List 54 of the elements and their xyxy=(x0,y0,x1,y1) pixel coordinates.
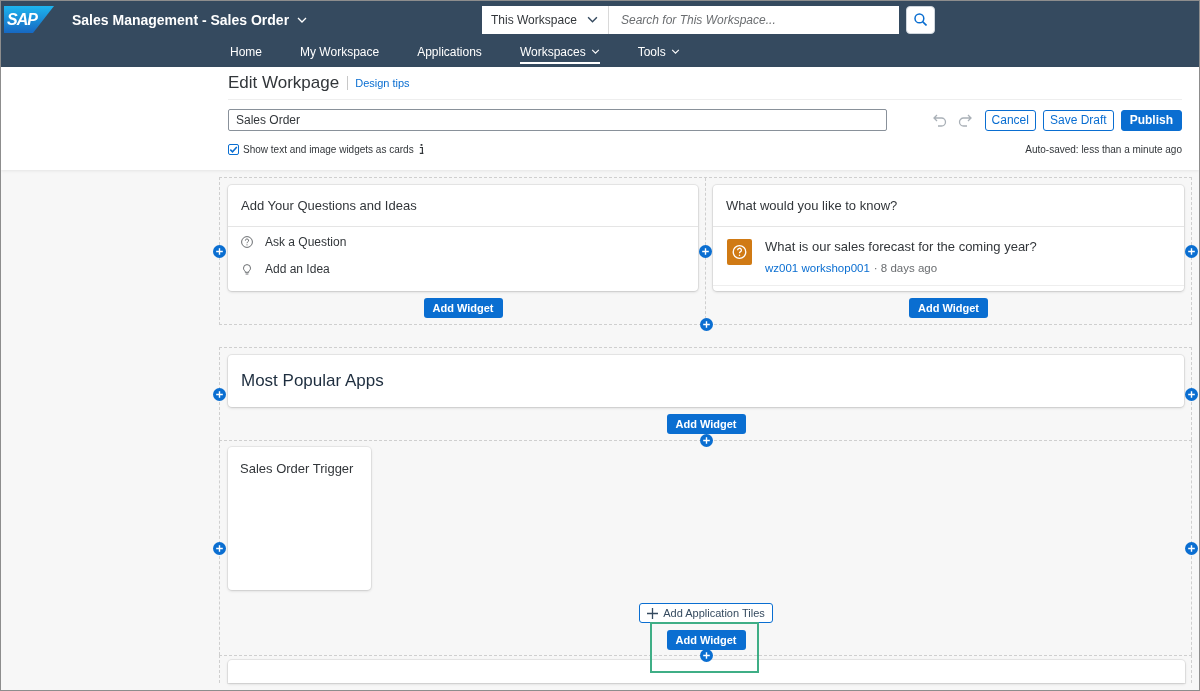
logo: SAP xyxy=(4,6,54,33)
plus-icon xyxy=(647,607,659,619)
nav-tab[interactable]: Tools xyxy=(637,38,680,64)
question-text[interactable]: What is our sales forecast for the coming year? xyxy=(765,239,1037,255)
page-title: Edit Workpage xyxy=(228,73,340,93)
publish-button[interactable]: Publish xyxy=(1120,109,1182,131)
add-widget-button[interactable]: Add Widget xyxy=(909,298,988,318)
plus-circle-icon[interactable] xyxy=(213,245,226,258)
search-icon xyxy=(914,13,927,26)
app-title-menu[interactable]: Sales Management - Sales Order xyxy=(72,11,308,28)
search-button[interactable] xyxy=(906,5,935,34)
chevron-down-icon xyxy=(590,49,600,54)
question-circle-icon xyxy=(241,235,253,248)
nav-tab[interactable]: My Workspace xyxy=(300,38,380,64)
autosave-status: Auto-saved: less than a minute ago xyxy=(1025,143,1182,155)
question-tile-icon xyxy=(727,239,752,265)
plus-circle-icon[interactable] xyxy=(1185,388,1198,401)
plus-circle-icon[interactable] xyxy=(699,318,713,331)
action-button[interactable]: Cancel xyxy=(984,109,1036,131)
add-tiles-button[interactable]: Add Application Tiles xyxy=(639,603,773,623)
plus-circle-icon[interactable] xyxy=(699,649,713,662)
chevron-down-icon xyxy=(587,16,598,23)
plus-circle-icon[interactable] xyxy=(213,388,226,401)
card-title: What would you like to know? xyxy=(713,185,1184,227)
add-widget-button[interactable]: Add Widget xyxy=(666,414,746,434)
checkbox[interactable] xyxy=(228,143,239,155)
nav-tab[interactable]: Applications xyxy=(417,38,482,64)
author-link[interactable]: wz001 workshop001 xyxy=(765,260,870,276)
info-icon[interactable] xyxy=(418,144,424,154)
chevron-down-icon xyxy=(670,49,680,54)
action-button[interactable]: Save Draft xyxy=(1042,109,1114,131)
lightbulb-icon xyxy=(241,262,253,275)
checkbox-label[interactable]: Show text and image widgets as cards xyxy=(243,143,414,155)
post-age: · 8 days ago xyxy=(873,261,938,276)
add-widget-button[interactable]: Add Widget xyxy=(666,630,746,650)
design-tips-link[interactable]: Design tips xyxy=(355,77,410,89)
scope-select[interactable]: This Workspace xyxy=(482,5,609,34)
list-item-link[interactable]: Ask a Question xyxy=(265,234,347,249)
add-widget-button[interactable]: Add Widget xyxy=(423,298,503,318)
card-title: Add Your Questions and Ideas xyxy=(228,185,698,227)
plus-circle-icon[interactable] xyxy=(1185,542,1198,555)
plus-circle-icon[interactable] xyxy=(213,542,226,555)
search-field[interactable]: Search for This Workspace... xyxy=(609,5,899,34)
widget-title: Most Popular Apps xyxy=(241,371,384,391)
chevron-down-icon xyxy=(297,16,308,23)
nav-tab[interactable]: Workspaces xyxy=(519,38,600,64)
app-tile[interactable]: Sales Order Trigger xyxy=(228,447,371,590)
plus-circle-icon[interactable] xyxy=(699,434,713,447)
name-field[interactable]: Sales Order xyxy=(228,109,887,131)
plus-circle-icon[interactable] xyxy=(1185,245,1198,258)
tile-title: Sales Order Trigger xyxy=(240,461,354,476)
nav-tab[interactable]: Home xyxy=(230,38,262,64)
plus-circle-icon[interactable] xyxy=(699,245,712,258)
list-item-link[interactable]: Add an Idea xyxy=(265,261,330,276)
